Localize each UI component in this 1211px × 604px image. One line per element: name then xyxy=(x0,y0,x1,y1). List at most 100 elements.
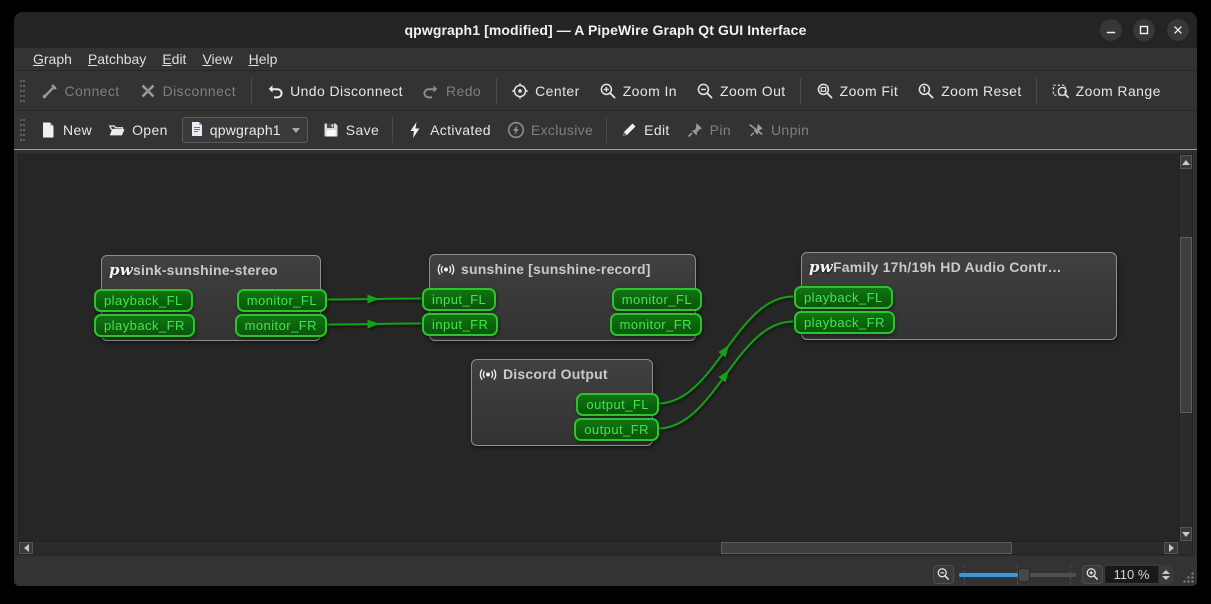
minimize-button[interactable] xyxy=(1100,19,1122,41)
button-label: Connect xyxy=(64,82,120,99)
status-bar: 110 % xyxy=(14,557,1197,586)
zoom-fit-button[interactable]: Zoom Fit xyxy=(806,77,908,105)
central-area: pw sink-sunshine-stereo playback_FL playbac… xyxy=(14,150,1197,557)
graph-node-discord[interactable]: Discord Output output_FL output_FR xyxy=(471,359,659,446)
zoom-range-icon xyxy=(1052,82,1070,100)
edit-button[interactable]: Edit xyxy=(612,116,678,144)
zoom-in-slider-button[interactable] xyxy=(1082,565,1103,584)
toolbar-handle[interactable] xyxy=(19,119,26,141)
node-title: pw sink-sunshine-stereo xyxy=(102,256,320,278)
menu-item-view[interactable]: View xyxy=(194,51,240,68)
graph-canvas[interactable]: pw sink-sunshine-stereo playback_FL playbac… xyxy=(19,155,1179,541)
toolbar-separator xyxy=(392,117,394,143)
connection-sink-monitor_FL--sunshine-input_FL xyxy=(325,297,422,301)
maximize-icon xyxy=(1139,25,1149,35)
port-output_FL[interactable]: output_FL xyxy=(576,393,659,416)
zoom-percent-spinbox[interactable]: 110 % xyxy=(1104,565,1173,584)
zoom-reset-button[interactable]: Zoom Reset xyxy=(908,77,1031,105)
scroll-right-button[interactable] xyxy=(1164,542,1178,554)
port-input_FR[interactable]: input_FR xyxy=(422,313,499,336)
button-label: Zoom In xyxy=(622,82,677,99)
resize-grip[interactable] xyxy=(1181,572,1194,585)
port-monitor_FR[interactable]: monitor_FR xyxy=(234,314,327,337)
spin-down-icon[interactable] xyxy=(1161,575,1170,580)
connection-arrow xyxy=(367,319,380,329)
zoom-fit-icon xyxy=(816,82,834,100)
toolbar-handle[interactable] xyxy=(19,79,26,102)
app-window: qpwgraph1 [modified] — A PipeWire Graph … xyxy=(14,12,1197,586)
slider-handle[interactable] xyxy=(1018,568,1031,582)
spin-up-icon[interactable] xyxy=(1161,569,1170,574)
scroll-down-button[interactable] xyxy=(1180,527,1192,541)
scroll-up-button[interactable] xyxy=(1180,155,1192,169)
port-monitor_FL[interactable]: monitor_FL xyxy=(236,289,327,312)
save-button[interactable]: Save xyxy=(314,116,387,144)
node-title-text: Family 17h/19h HD Audio Contr… xyxy=(833,259,1062,275)
horizontal-scrollbar[interactable] xyxy=(19,541,1179,554)
toolbar-separator xyxy=(800,77,802,104)
open-button[interactable]: Open xyxy=(100,116,176,144)
port-monitor_FR[interactable]: monitor_FR xyxy=(609,313,702,336)
close-button[interactable] xyxy=(1167,19,1189,41)
disconnect-button[interactable]: Disconnect xyxy=(129,77,245,105)
zoom-in-button[interactable]: Zoom In xyxy=(589,77,686,105)
scroll-left-button[interactable] xyxy=(19,542,33,554)
button-label: Open xyxy=(132,122,168,138)
unpin-button[interactable]: Unpin xyxy=(739,116,817,144)
menu-item-graph[interactable]: Graph xyxy=(25,51,80,68)
node-title-text: Discord Output xyxy=(503,366,608,382)
port-input_FL[interactable]: input_FL xyxy=(422,288,497,311)
close-icon xyxy=(1174,26,1182,34)
port-output_FR[interactable]: output_FR xyxy=(574,418,659,441)
port-playback_FR[interactable]: playback_FR xyxy=(794,311,895,334)
pin-button[interactable]: Pin xyxy=(678,116,739,144)
undo-icon xyxy=(266,82,284,100)
undo-disconnect-button[interactable]: Undo Disconnect xyxy=(257,77,413,105)
title-bar[interactable]: qpwgraph1 [modified] — A PipeWire Graph … xyxy=(14,12,1197,48)
port-playback_FL[interactable]: playback_FL xyxy=(794,286,893,309)
zoom-out-button[interactable]: Zoom Out xyxy=(686,77,795,105)
button-label: Zoom Fit xyxy=(839,82,899,99)
new-button[interactable]: New xyxy=(31,116,100,144)
pipewire-icon: pw xyxy=(809,258,833,275)
node-title: Discord Output xyxy=(472,360,652,382)
connection-lines xyxy=(325,294,794,430)
redo-button[interactable]: Redo xyxy=(412,77,490,105)
menu-item-help[interactable]: Help xyxy=(241,51,286,68)
zoom-range-button[interactable]: Zoom Range xyxy=(1042,77,1170,105)
button-label: Disconnect xyxy=(162,82,237,99)
connect-button[interactable]: Connect xyxy=(31,77,129,105)
graph-canvas-frame: pw sink-sunshine-stereo playback_FL playbac… xyxy=(18,154,1193,555)
activated-button[interactable]: Activated xyxy=(398,116,499,144)
connection-arrow xyxy=(718,345,730,358)
pin-icon xyxy=(686,121,704,139)
graph-node-family[interactable]: pw Family 17h/19h HD Audio Contr… playback… xyxy=(794,252,1117,340)
toolbar-graph: Connect Disconnect Undo Disconnect Redo Cent… xyxy=(14,71,1197,110)
button-label: New xyxy=(63,122,93,138)
graph-node-sunshine[interactable]: sunshine [sunshine-record] input_FL input_… xyxy=(422,254,702,341)
vertical-scrollbar[interactable] xyxy=(1179,155,1192,541)
menu-item-patchbay[interactable]: Patchbay xyxy=(80,51,154,68)
zoom-reset-icon xyxy=(917,82,935,100)
spinbox-buttons[interactable] xyxy=(1158,566,1172,583)
maximize-button[interactable] xyxy=(1133,19,1155,41)
zoom-out-slider-button[interactable] xyxy=(933,565,954,584)
zoom-in-icon xyxy=(1086,568,1098,580)
zoom-out-icon xyxy=(696,82,714,100)
zoom-slider[interactable] xyxy=(959,565,1076,585)
exclusive-button[interactable]: Exclusive xyxy=(499,116,601,144)
activated-icon xyxy=(406,121,424,139)
exclusive-icon xyxy=(507,121,525,139)
node-title-text: sunshine [sunshine-record] xyxy=(461,261,651,277)
port-playback_FL[interactable]: playback_FL xyxy=(94,289,193,312)
vertical-scrollbar-handle[interactable] xyxy=(1180,237,1192,413)
toolbar-separator xyxy=(606,117,608,143)
center-button[interactable]: Center xyxy=(502,77,590,105)
graph-node-sink[interactable]: pw sink-sunshine-stereo playback_FL playbac… xyxy=(94,255,327,341)
menu-item-edit[interactable]: Edit xyxy=(154,51,194,68)
horizontal-scrollbar-handle[interactable] xyxy=(721,542,1012,554)
patchbay-select[interactable]: qpwgraph1 xyxy=(181,117,308,143)
port-monitor_FL[interactable]: monitor_FL xyxy=(611,288,702,311)
new-icon xyxy=(39,121,57,139)
port-playback_FR[interactable]: playback_FR xyxy=(94,314,195,337)
